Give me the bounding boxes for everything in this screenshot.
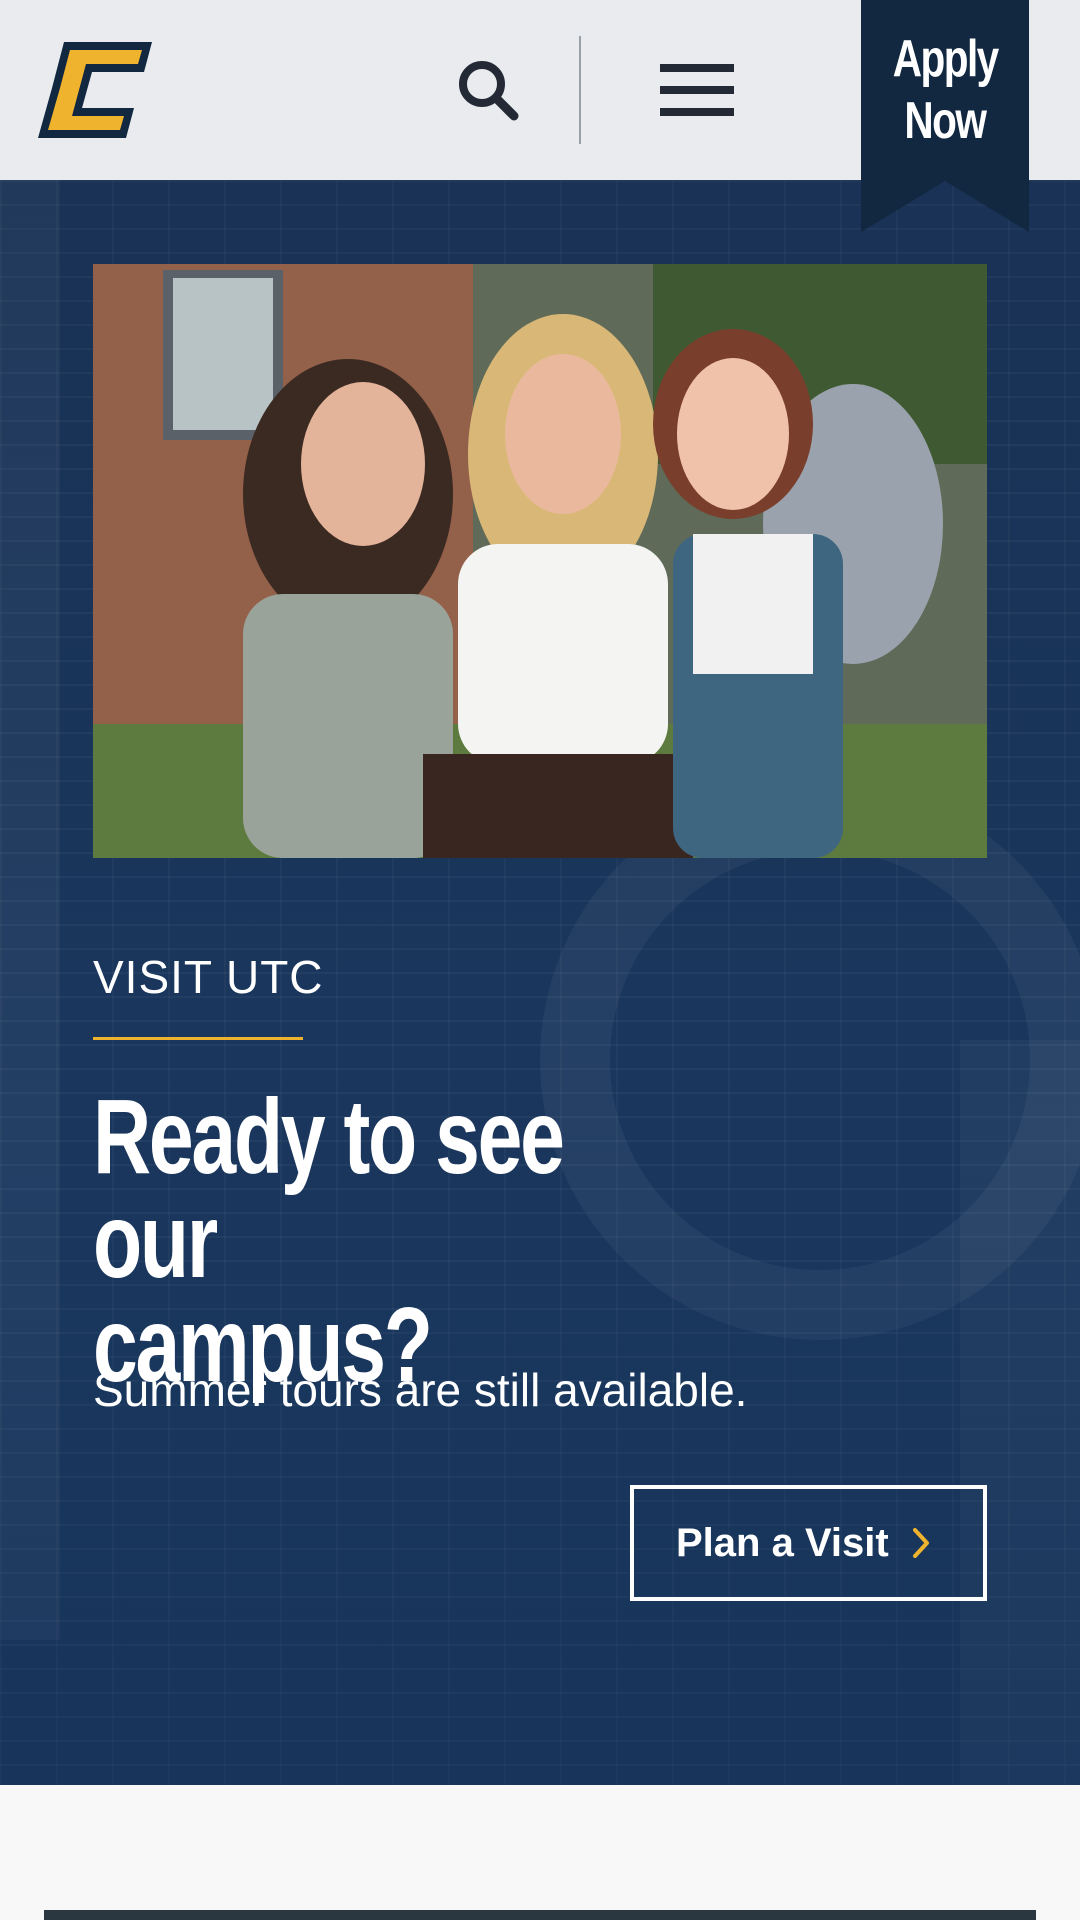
header-divider xyxy=(579,36,581,144)
plan-a-visit-button[interactable]: Plan a Visit xyxy=(630,1485,987,1601)
visit-hero-section: VISIT UTC Ready to see our campus? Summe… xyxy=(0,180,1080,1785)
search-icon xyxy=(459,61,519,121)
students-photo xyxy=(93,264,987,858)
search-button[interactable] xyxy=(448,50,528,130)
hamburger-icon xyxy=(660,64,734,72)
site-header: Apply Now xyxy=(0,0,1080,232)
eyebrow-underline xyxy=(93,1037,303,1040)
headline-line1: Ready to see our xyxy=(93,1078,565,1300)
utc-logo[interactable] xyxy=(34,38,154,142)
plan-a-visit-label: Plan a Visit xyxy=(676,1520,889,1565)
apply-now-line1: Apply xyxy=(892,30,999,88)
chevron-right-icon xyxy=(912,1528,929,1558)
section-eyebrow: VISIT UTC xyxy=(93,951,324,1003)
hero-subtext: Summer tours are still available. xyxy=(93,1364,748,1416)
hero-headline: Ready to see our campus? xyxy=(93,1078,640,1398)
menu-button[interactable] xyxy=(660,50,744,130)
next-section-image-edge xyxy=(44,1910,1036,1920)
apply-now-line2: Now xyxy=(904,92,987,150)
